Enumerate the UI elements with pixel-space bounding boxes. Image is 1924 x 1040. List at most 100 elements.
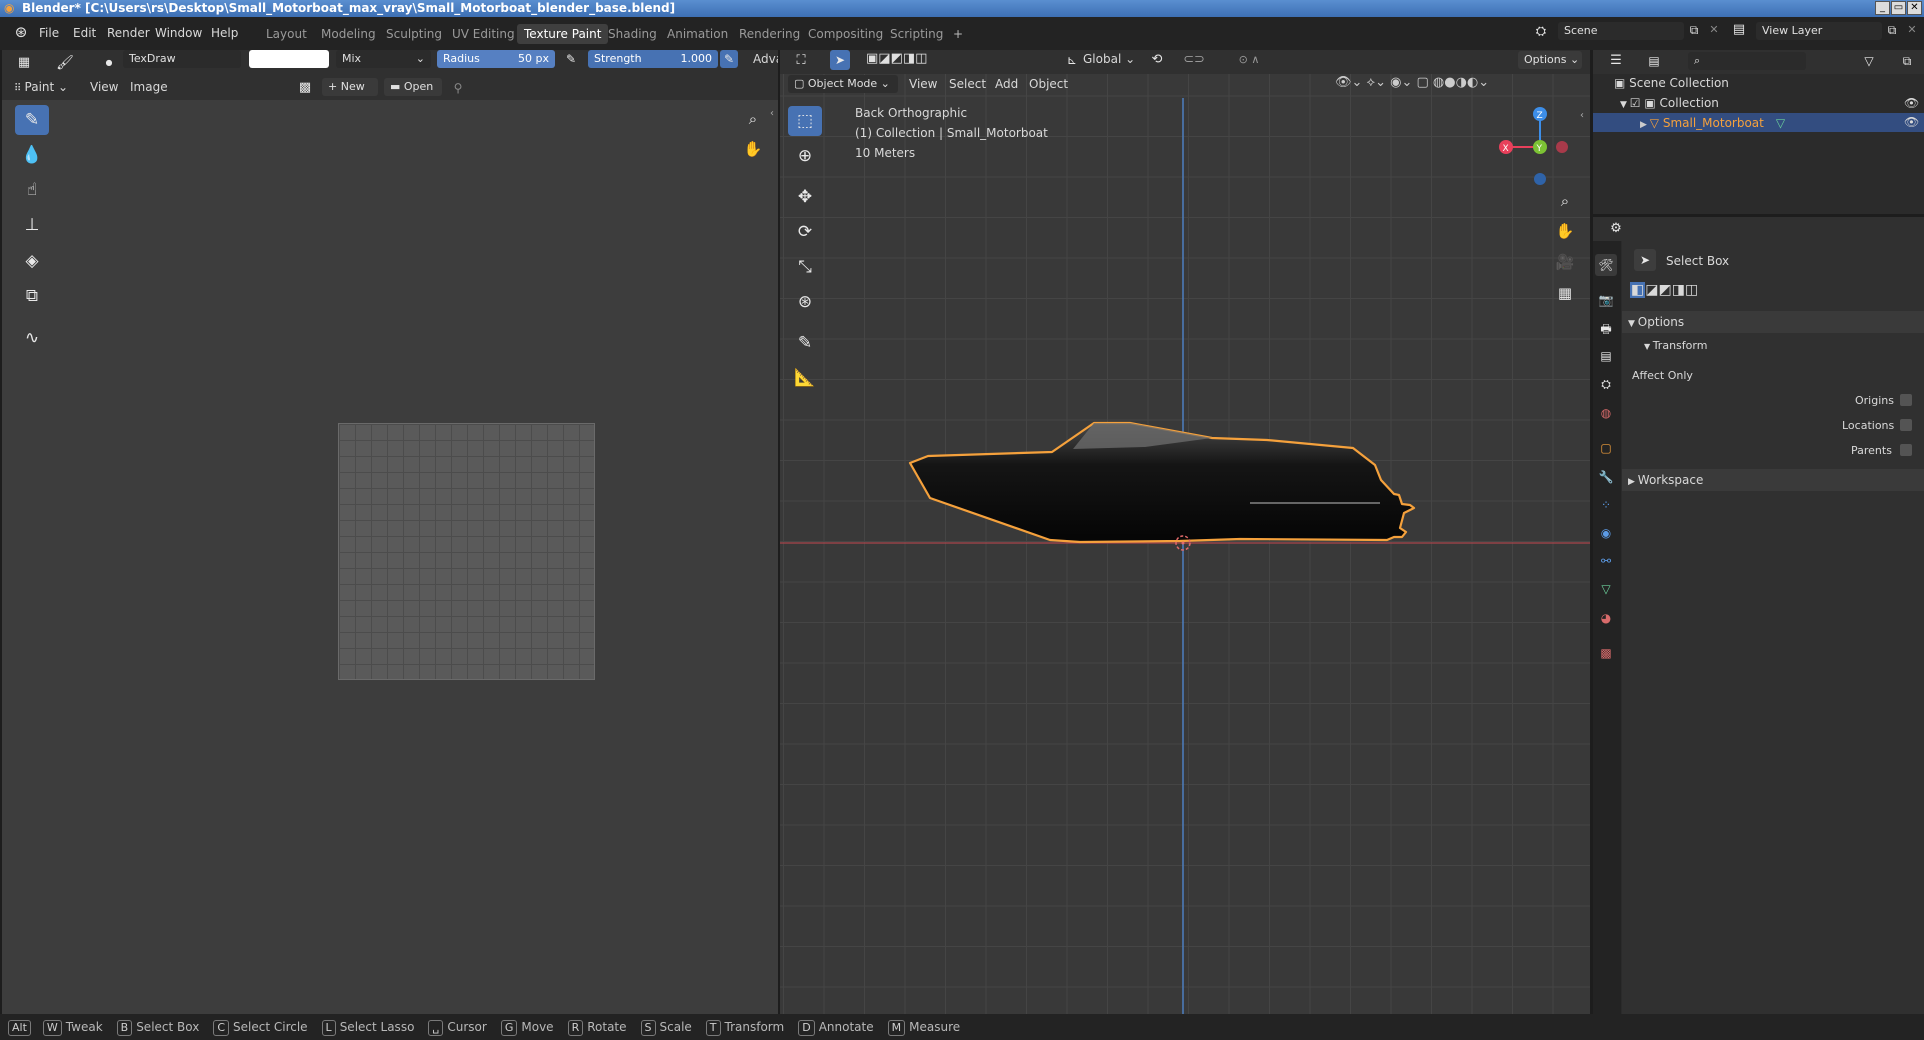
options-panel-title[interactable]: ▼ Options [1628,315,1684,329]
soften-tool-icon[interactable]: 💧 [15,140,49,170]
collection-row[interactable]: ▼ ☑ ▣ Collection [1620,96,1719,110]
data-tab-icon[interactable]: ▽ [1595,578,1617,600]
pin-icon[interactable]: ⚲ [447,77,469,99]
scene-collection-row[interactable]: ▣ Scene Collection [1614,76,1729,90]
select-mode-buttons[interactable]: ◧◪◩◨◫ [1630,282,1698,298]
view-layer-field[interactable]: View Layer [1756,22,1882,40]
viewport-pan-icon[interactable]: ✋ [1554,220,1576,242]
new-image-button[interactable]: + New [322,78,378,96]
image-menu-image[interactable]: Image [130,80,168,94]
brush-color-swatch[interactable] [249,50,329,68]
image-browse-icon[interactable]: ▩ [294,77,316,99]
tab-compositing[interactable]: Compositing [801,24,890,44]
brush-dot-icon[interactable]: ● [98,52,120,74]
view-layer-icon[interactable]: ▤ [1728,19,1750,41]
tab-sculpting[interactable]: Sculpting [379,24,449,44]
workspace-panel-label: Workspace [1637,473,1704,487]
material-tab-icon[interactable]: ◕ [1595,607,1617,629]
display-mode-icon[interactable]: ▤ [1643,50,1665,72]
invert-mode-icon[interactable]: ◨ [1672,282,1685,298]
mask-tool-icon[interactable]: ⧉ [15,281,49,311]
clone-tool-icon[interactable]: ⊥ [15,210,49,240]
tab-rendering[interactable]: Rendering [732,24,807,44]
texture-tab-icon[interactable]: ▩ [1595,642,1617,664]
annotate-tool-icon[interactable]: ∿ [15,323,49,353]
constraints-tab-icon[interactable]: ⚯ [1595,550,1617,572]
fill-tool-icon[interactable]: ◈ [15,246,49,276]
parents-checkbox[interactable] [1900,444,1912,456]
outliner-type-icon[interactable]: ☰ [1605,50,1627,72]
scene-icon[interactable]: ⛭ [1530,21,1552,43]
set-mode-icon[interactable]: ◧ [1630,282,1646,298]
blender-menu-icon[interactable]: ⊛ [10,21,32,43]
scene-tab-icon[interactable]: ⛭ [1595,373,1617,395]
blend-mode-dropdown[interactable]: Mix ⌄ [336,50,431,68]
collection-visibility-icon[interactable]: 👁 [1904,96,1919,110]
properties-type-icon[interactable]: ⚙ [1605,218,1627,240]
delete-view-layer-icon[interactable]: ✕ [1901,19,1923,41]
add-workspace-button[interactable]: + [946,24,970,44]
tab-texture-paint[interactable]: Texture Paint [517,24,609,44]
tab-layout[interactable]: Layout [259,24,314,44]
open-image-button[interactable]: ▬ Open [384,78,442,96]
origins-checkbox[interactable] [1900,394,1912,406]
radius-field[interactable]: Radius 50 px [437,50,555,68]
menu-render[interactable]: Render [107,17,150,50]
sidebar-chevron-icon[interactable]: ‹ [1580,110,1584,121]
zoom-icon[interactable]: ⌕ [742,108,764,130]
menu-file[interactable]: File [39,17,59,50]
new-collection-icon[interactable]: ⧉ [1896,50,1918,72]
tab-scripting[interactable]: Scripting [883,24,950,44]
ortho-toggle-icon[interactable]: ▦ [1554,282,1576,304]
tab-shading[interactable]: Shading [601,24,664,44]
render-tab-icon[interactable]: 📷 [1595,289,1617,311]
camera-view-icon[interactable]: 🎥 [1554,251,1576,273]
paint-mode-dropdown[interactable]: ⠿ Paint ⌄ [14,80,68,94]
menu-edit[interactable]: Edit [73,17,96,50]
radius-pressure-icon[interactable]: ✎ [560,48,582,70]
subtract-mode-icon[interactable]: ◩ [1658,282,1671,298]
pan-hand-icon[interactable]: ✋ [742,138,764,160]
maximize-button[interactable]: ▭ [1891,1,1906,15]
brush-name-field[interactable]: TexDraw [123,50,241,68]
particles-tab-icon[interactable]: ⁘ [1595,494,1617,516]
editor-type-icon[interactable]: ▦ [13,52,35,74]
tab-uv-editing[interactable]: UV Editing [445,24,522,44]
tab-animation[interactable]: Animation [660,24,735,44]
image-menu-view[interactable]: View [90,80,118,94]
brush-preview-icon[interactable]: 🖌 [54,52,76,74]
outliner-search-input[interactable]: ⌕ [1688,52,1806,70]
object-tab-icon[interactable]: ▢ [1595,437,1617,459]
strength-field[interactable]: Strength 1.000 [588,50,718,68]
workspace-panel-title[interactable]: ▶ Workspace [1628,473,1703,487]
locations-checkbox[interactable] [1900,419,1912,431]
collapse-chevron-icon[interactable]: ‹ [770,108,774,119]
strength-pressure-icon[interactable]: ✎ [720,50,738,68]
tool-tab-icon[interactable]: 🛠 [1595,254,1617,276]
properties-content [1622,241,1924,1014]
object-row-content[interactable]: ▶ ▽ Small_Motorboat ▽ [1640,116,1785,130]
modifier-tab-icon[interactable]: 🔧 [1595,466,1617,488]
view-layer-tab-icon[interactable]: ▤ [1595,345,1617,367]
output-tab-icon[interactable]: 🖶 [1595,318,1617,340]
new-scene-icon[interactable]: ⧉ [1683,19,1705,41]
intersect-mode-icon[interactable]: ◫ [1685,282,1698,298]
physics-tab-icon[interactable]: ◉ [1595,522,1617,544]
close-button[interactable]: ✕ [1907,1,1922,15]
menu-help[interactable]: Help [211,17,238,50]
world-tab-icon[interactable]: ◍ [1595,402,1617,424]
transform-subpanel-title[interactable]: ▼ Transform [1644,339,1707,352]
scene-field[interactable]: Scene [1558,22,1684,40]
draw-tool-icon[interactable]: ✎ [15,105,49,135]
navigation-gizmo[interactable]: Z X Y [1490,102,1570,192]
minimize-button[interactable]: _ [1875,1,1890,15]
smear-tool-icon[interactable]: ☝ [15,175,49,205]
delete-scene-icon[interactable]: ✕ [1703,19,1725,41]
menu-window[interactable]: Window [155,17,202,50]
new-view-layer-icon[interactable]: ⧉ [1881,19,1903,41]
tab-modeling[interactable]: Modeling [314,24,383,44]
extend-mode-icon[interactable]: ◪ [1645,282,1658,298]
object-visibility-icon[interactable]: 👁 [1904,115,1919,129]
filter-icon[interactable]: ▽ [1858,50,1880,72]
viewport-zoom-icon[interactable]: ⌕ [1554,190,1576,212]
